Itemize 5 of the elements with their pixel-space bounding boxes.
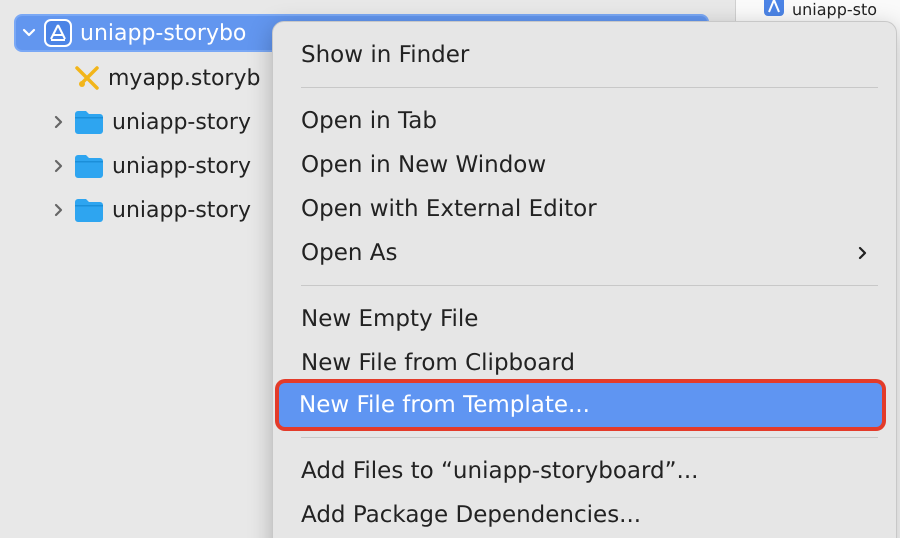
file-name: myapp.storyb xyxy=(108,66,260,90)
file-name: uniapp-storybo xyxy=(80,20,246,46)
file-name: uniapp-story xyxy=(112,198,251,222)
file-name: uniapp-story xyxy=(112,110,251,134)
file-name: uniapp-story xyxy=(112,154,251,178)
